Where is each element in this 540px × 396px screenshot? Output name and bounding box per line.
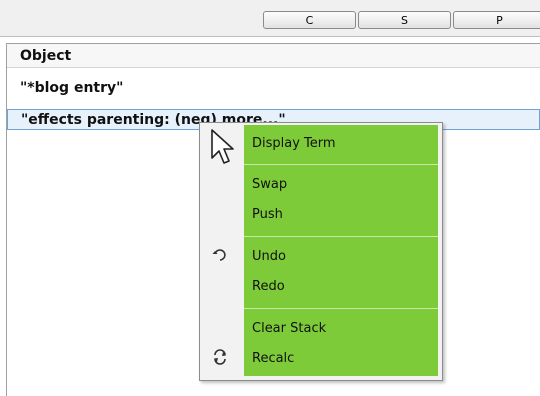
menu-item-undo[interactable]: Undo bbox=[244, 243, 438, 271]
menu-item-push[interactable]: Push bbox=[244, 201, 438, 229]
toolbar-button-p[interactable]: P bbox=[453, 11, 540, 29]
menu-separator bbox=[244, 308, 438, 309]
column-header-object[interactable]: Object bbox=[7, 44, 540, 68]
recalc-icon bbox=[208, 349, 232, 369]
menu-separator bbox=[244, 164, 438, 165]
menu-item-swap[interactable]: Swap bbox=[244, 171, 438, 199]
menu-item-clear-stack[interactable]: Clear Stack bbox=[244, 315, 438, 343]
menu-item-display-term[interactable]: Display Term bbox=[244, 130, 438, 158]
menu-item-redo[interactable]: Redo bbox=[244, 273, 438, 301]
list-item[interactable]: "*blog entry" bbox=[7, 78, 540, 99]
toolbar: C S P bbox=[0, 0, 540, 37]
toolbar-button-c[interactable]: C bbox=[263, 11, 356, 29]
undo-icon bbox=[208, 247, 232, 267]
toolbar-button-s[interactable]: S bbox=[358, 11, 451, 29]
menu-item-recalc[interactable]: Recalc bbox=[244, 345, 438, 373]
menu-separator bbox=[244, 236, 438, 237]
mouse-pointer-icon bbox=[210, 128, 236, 168]
